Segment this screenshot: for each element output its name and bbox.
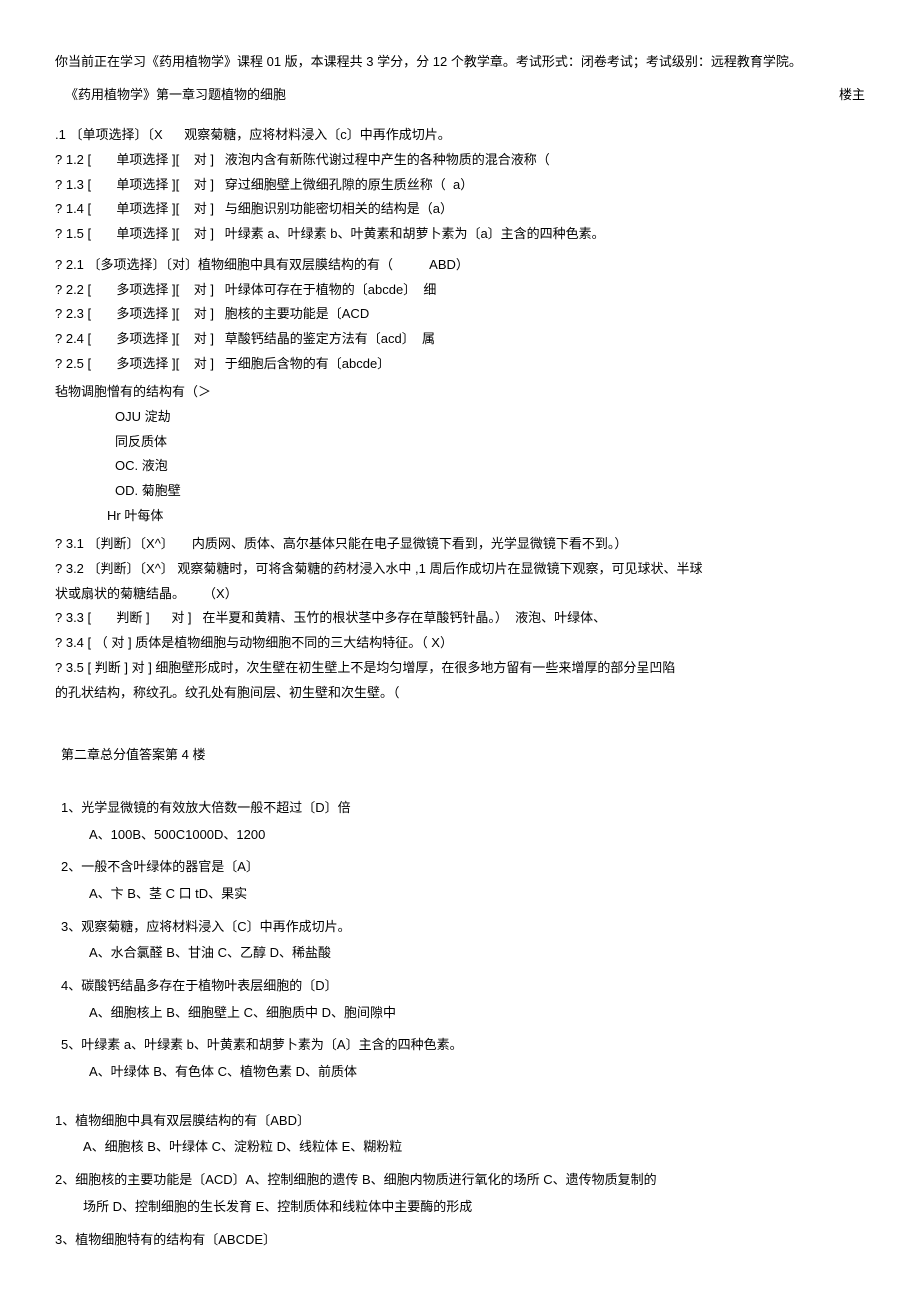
judge-1: ? 3.1 〔判断〕〔X^〕 内质网、质体、高尔基体只能在电子显微镜下看到，光学… (55, 532, 865, 557)
judge-2a: ? 3.2 〔判断〕〔X^〕 观察菊糖时，可将含菊糖的药材浸入水中 ,1 周后作… (55, 557, 865, 582)
ch2-single-3-options: A、水合氯醛 B、甘油 C、乙醇 D、稀盐酸 (61, 941, 865, 966)
judge-3: ? 3.3 [ 判断 ] 对 ] 在半夏和黄精、玉竹的根状茎中多存在草酸钙针晶。… (55, 606, 865, 631)
ch2-single-1-options: A、100B、500C1000D、1200 (61, 823, 865, 848)
ch2-single-3: 3、观察菊糖，应将材料浸入〔C〕中再作成切片。 (61, 915, 865, 940)
multi-choice-1: ? 2.1 〔多项选择〕〔对〕植物细胞中具有双层膜结构的有（ ABD） (55, 253, 865, 278)
thread-owner-label: 楼主 (839, 83, 865, 108)
multi-choice-2: ? 2.2 [ 多项选择 ][ 对 ] 叶绿体可存在于植物的〔abcde〕 细 (55, 278, 865, 303)
ch2-multi-3: 3、植物细胞特有的结构有〔ABCDE〕 (55, 1228, 865, 1253)
judge-2b: 状或扇状的菊糖结晶。 （X） (55, 582, 865, 607)
judge-5b: 的孔状结构，称纹孔。纹孔处有胞间层、初生壁和次生壁。（ (55, 681, 865, 706)
extra-option-3: OC. 液泡 (55, 454, 865, 479)
extra-option-4: OD. 菊胞壁 (55, 479, 865, 504)
multi-choice-3: ? 2.3 [ 多项选择 ][ 对 ] 胞核的主要功能是〔ACD (55, 302, 865, 327)
extra-option-2: 同反质体 (55, 430, 865, 455)
ch2-multi-1-options: A、细胞核 B、叶绿体 C、淀粉粒 D、线粒体 E、糊粉粒 (55, 1135, 865, 1160)
extra-option-1: OJU 淀劫 (55, 405, 865, 430)
ch2-single-5: 5、叶绿素 a、叶绿素 b、叶黄素和胡萝卜素为〔A〕主含的四种色素。 (61, 1033, 865, 1058)
judge-5a: ? 3.5 [ 判断 ] 对 ] 细胞壁形成时，次生壁在初生壁上不是均匀增厚，在… (55, 656, 865, 681)
multi-choice-4: ? 2.4 [ 多项选择 ][ 对 ] 草酸钙结晶的鉴定方法有〔acd〕 属 (55, 327, 865, 352)
single-choice-2: ? 1.2 [ 单项选择 ][ 对 ] 液泡内含有新陈代谢过程中产生的各种物质的… (55, 148, 865, 173)
single-choice-1: .1 〔单项选择〕〔X 观察菊糖，应将材料浸入〔c〕中再作成切片。 (55, 123, 865, 148)
ch2-single-4-options: A、细胞核上 B、细胞壁上 C、细胞质中 D、胞间隙中 (61, 1001, 865, 1026)
multi-choice-5: ? 2.5 [ 多项选择 ][ 对 ] 于细胞后含物的有〔abcde〕 (55, 352, 865, 377)
chapter-title: 《药用植物学》第一章习题植物的细胞 (65, 83, 286, 108)
judge-4: ? 3.4 [ （ 对 ] 质体是植物细胞与动物细胞不同的三大结构特征。（ X） (55, 631, 865, 656)
ch2-single-5-options: A、叶绿体 B、有色体 C、植物色素 D、前质体 (61, 1060, 865, 1085)
single-choice-4: ? 1.4 [ 单项选择 ][ 对 ] 与细胞识别功能密切相关的结构是（a） (55, 197, 865, 222)
single-choice-5: ? 1.5 [ 单项选择 ][ 对 ] 叶绿素 a、叶绿素 b、叶黄素和胡萝卜素… (55, 222, 865, 247)
single-choice-3: ? 1.3 [ 单项选择 ][ 对 ] 穿过细胞壁上微细孔隙的原生质丝称（ a） (55, 173, 865, 198)
ch2-single-1: 1、光学显微镜的有效放大倍数一般不超过〔D〕倍 (61, 796, 865, 821)
ch2-single-2: 2、一般不含叶绿体的器官是〔A〕 (61, 855, 865, 880)
extra-option-5: Hr 叶每体 (55, 504, 865, 529)
extra-question-head: 毡物调胞憎有的结构有（＞ (55, 380, 865, 405)
ch2-single-2-options: A、卞 B、茎 C 口 tD、果实 (61, 882, 865, 907)
ch2-multi-1: 1、植物细胞中具有双层膜结构的有〔ABD〕 (55, 1109, 865, 1134)
chapter-2-title: 第二章总分值答案第 4 楼 (55, 743, 865, 768)
ch2-multi-2: 2、细胞核的主要功能是〔ACD〕A、控制细胞的遗传 B、细胞内物质进行氧化的场所… (55, 1168, 865, 1193)
course-intro: 你当前正在学习《药用植物学》课程 01 版，本课程共 3 学分，分 12 个教学… (55, 50, 865, 75)
ch2-single-4: 4、碳酸钙结晶多存在于植物叶表层细胞的〔D〕 (61, 974, 865, 999)
chapter-title-row: 《药用植物学》第一章习题植物的细胞 楼主 (55, 83, 865, 108)
ch2-multi-2-cont: 场所 D、控制细胞的生长发育 E、控制质体和线粒体中主要酶的形成 (55, 1195, 865, 1220)
